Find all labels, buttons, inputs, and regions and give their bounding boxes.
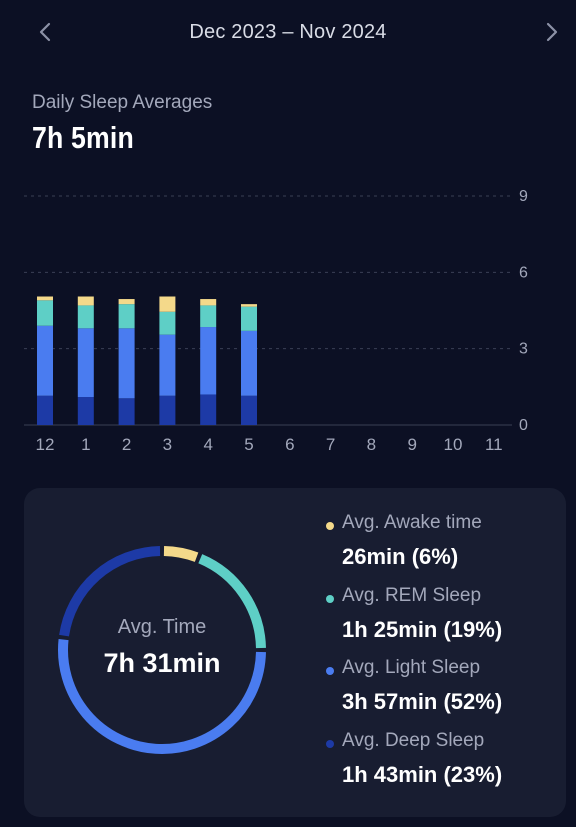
bar-segment-awake[interactable] — [241, 304, 257, 307]
bar-segment-light[interactable] — [77, 328, 94, 398]
legend-value: 26min (6%) — [342, 544, 459, 569]
bar-segment-light[interactable] — [241, 330, 257, 396]
x-tick-label: 5 — [244, 435, 253, 454]
legend-item-rem: Avg. REM Sleep 1h 25min (19%) — [324, 585, 560, 658]
x-tick-label: 9 — [407, 435, 416, 454]
sleep-breakdown-card: Avg. Time 7h 31min Avg. Awake time 26min … — [24, 488, 566, 817]
bar-segment-deep[interactable] — [200, 394, 217, 425]
bar-segment-awake[interactable] — [77, 296, 94, 306]
bar-segment-light[interactable] — [159, 334, 176, 396]
legend-label: Avg. Light Sleep — [342, 657, 481, 678]
x-tick-label: 3 — [163, 435, 172, 454]
legend-item-deep: Avg. Deep Sleep 1h 43min (23%) — [324, 730, 560, 803]
x-tick-label: 7 — [326, 435, 335, 454]
legend-label: Avg. REM Sleep — [342, 584, 482, 606]
chevron-right-icon[interactable] — [538, 18, 566, 46]
bar-segment-awake[interactable] — [37, 296, 53, 301]
sleep-bar-chart: 036912 1 2 3 4 5 6 7 8 9 10 11 — [24, 188, 528, 454]
legend-item-light: Avg. Light Sleep 3h 57min (52%) — [324, 657, 560, 730]
y-tick-label: 0 — [519, 417, 528, 434]
legend-dot-icon — [326, 594, 334, 603]
breakdown-legend: Avg. Awake time 26min (6%) Avg. REM Sleep 1… — [324, 512, 560, 802]
y-tick-label: 3 — [519, 341, 528, 358]
bar-segment-light[interactable] — [118, 328, 135, 399]
bar-segment-light[interactable] — [37, 325, 53, 396]
bar-segment-awake[interactable] — [200, 299, 217, 306]
x-tick-label: 6 — [285, 435, 294, 454]
bar-segment-awake[interactable] — [159, 296, 176, 312]
summary-label: Daily Sleep Averages — [32, 92, 213, 113]
x-tick-label: 1 — [81, 435, 90, 454]
bar-segment-deep[interactable] — [159, 395, 176, 425]
donut-segment-awake[interactable] — [163, 546, 199, 562]
bar-segment-deep[interactable] — [241, 395, 257, 425]
bar-segment-rem[interactable] — [77, 305, 94, 329]
donut-center-value: 7h 31min — [103, 648, 221, 678]
bar-segment-deep[interactable] — [37, 395, 53, 425]
bar-segment-rem[interactable] — [241, 306, 257, 331]
legend-item-awake: Avg. Awake time 26min (6%) — [324, 512, 560, 585]
x-tick-label: 10 — [444, 435, 463, 454]
date-range-title: Dec 2023 – Nov 2024 — [189, 21, 387, 43]
bar-segment-rem[interactable] — [118, 304, 135, 329]
y-tick-label: 9 — [519, 188, 528, 205]
x-tick-label: 8 — [367, 435, 376, 454]
bar-segment-deep[interactable] — [77, 397, 94, 425]
bar-segment-deep[interactable] — [118, 398, 135, 425]
bar-segment-rem[interactable] — [200, 305, 217, 328]
legend-label: Avg. Deep Sleep — [342, 729, 485, 751]
legend-value: 1h 43min (23%) — [342, 761, 503, 787]
x-tick-label: 11 — [485, 435, 503, 454]
bar-segment-rem[interactable] — [159, 311, 176, 335]
legend-dot-icon — [326, 667, 334, 675]
header: Dec 2023 – Nov 2024 — [0, 0, 576, 64]
legend-label: Avg. Awake time — [342, 512, 482, 533]
y-tick-label: 6 — [519, 264, 528, 281]
legend-value: 3h 57min (52%) — [342, 689, 503, 714]
bar-segment-rem[interactable] — [37, 300, 53, 326]
x-tick-label: 4 — [203, 435, 212, 454]
legend-dot-icon — [326, 522, 334, 530]
summary-value: 7h 5min — [32, 120, 134, 155]
x-tick-label: 2 — [122, 435, 131, 454]
donut-center-label: Avg. Time — [117, 616, 207, 638]
legend-value: 1h 25min (19%) — [342, 616, 503, 642]
legend-dot-icon — [326, 739, 334, 748]
bar-segment-awake[interactable] — [118, 299, 135, 305]
x-tick-label: 12 — [36, 435, 55, 454]
bar-segment-light[interactable] — [200, 327, 217, 395]
